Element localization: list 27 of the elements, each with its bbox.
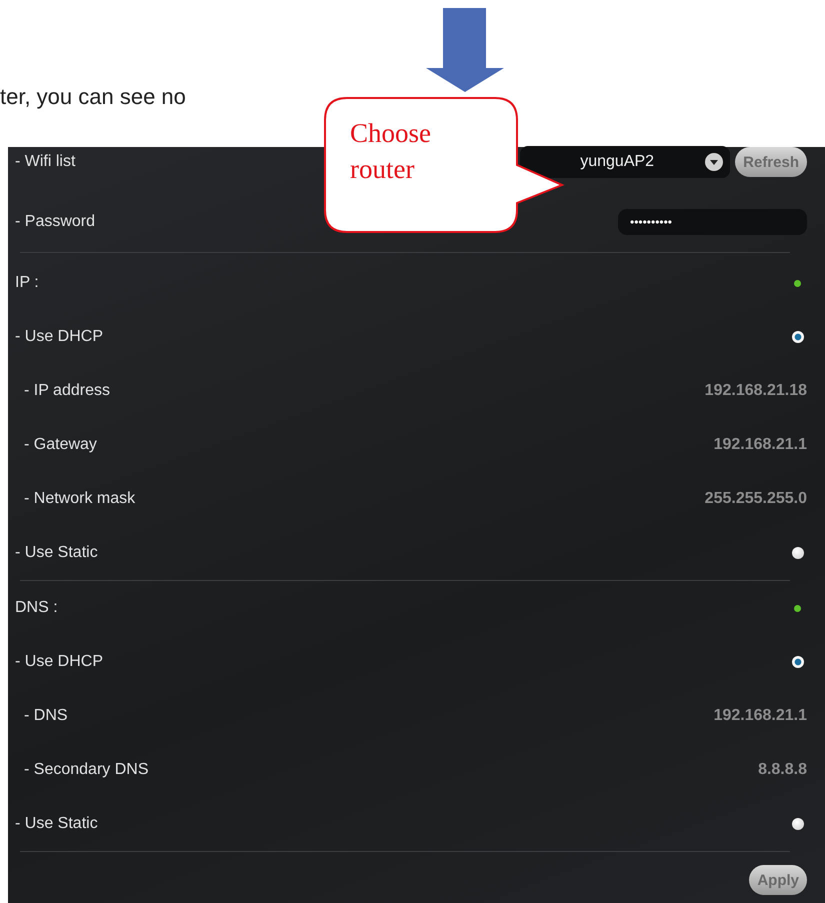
option-label: - Use DHCP	[15, 328, 104, 346]
wifi-dropdown[interactable]: yunguAP2	[520, 146, 730, 178]
section-title: DNS :	[15, 599, 58, 617]
option-label: - Use Static	[15, 544, 98, 562]
radio-button[interactable]	[792, 656, 804, 668]
radio-button[interactable]	[792, 547, 804, 559]
field-value: 255.255.255.0	[704, 490, 807, 508]
field-value: 8.8.8.8	[758, 761, 807, 779]
field-label: - Secondary DNS	[24, 761, 148, 779]
field-label: - DNS	[24, 707, 68, 725]
body-text: ter, you can see no	[0, 84, 186, 110]
section-title: IP :	[15, 274, 39, 292]
field-label: - Wifi list	[15, 153, 76, 171]
field-label: - IP address	[24, 382, 110, 400]
field-value: 192.168.21.18	[704, 382, 807, 400]
field-label: - Gateway	[24, 436, 97, 454]
field-value: 192.168.21.1	[714, 707, 807, 725]
option-label: - Use Static	[15, 815, 98, 833]
radio-button[interactable]	[792, 818, 804, 830]
caret-icon	[704, 152, 724, 172]
field-label: - Password	[15, 213, 96, 231]
field-label: - Network mask	[24, 490, 136, 508]
field-value: 192.168.21.1	[714, 436, 807, 454]
callout-text: Choose router	[350, 117, 431, 186]
password-field[interactable]: ••••••••••	[618, 209, 807, 235]
option-label: - Use DHCP	[15, 653, 104, 671]
radio-button[interactable]	[792, 331, 804, 343]
